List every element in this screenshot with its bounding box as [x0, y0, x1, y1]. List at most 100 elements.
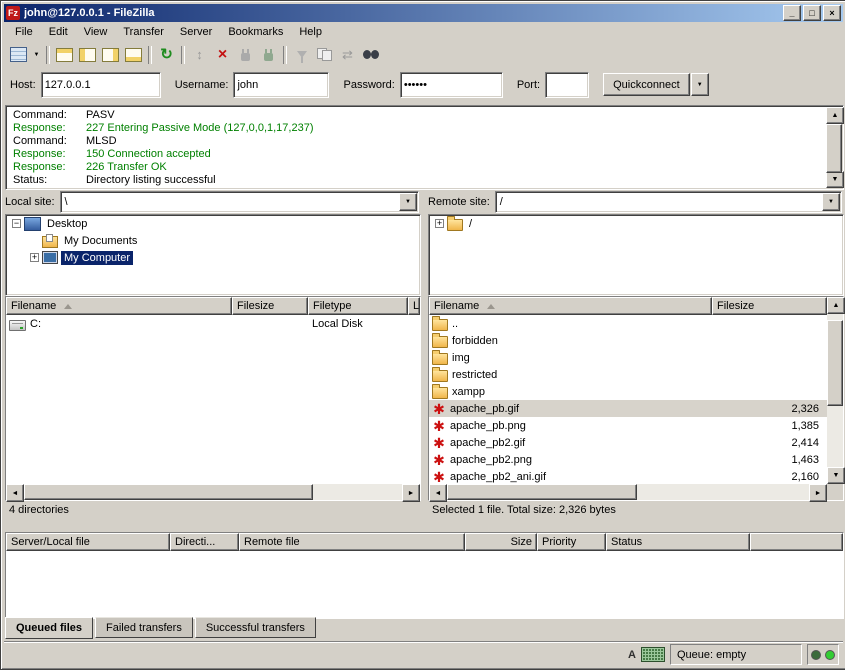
- process-queue-button[interactable]: ↕: [188, 44, 211, 66]
- menu-help[interactable]: Help: [291, 24, 330, 40]
- column-header-size[interactable]: Size: [465, 533, 537, 551]
- password-input[interactable]: [400, 72, 503, 98]
- host-input[interactable]: [41, 72, 161, 98]
- toggle-queue-button[interactable]: [122, 44, 145, 66]
- tree-item-my-documents[interactable]: My Documents: [6, 232, 420, 249]
- scroll-right-icon[interactable]: ►: [402, 484, 420, 502]
- toolbar-separator: [283, 46, 287, 64]
- scroll-left-icon[interactable]: ◄: [429, 484, 447, 502]
- quickconnect-dropdown-button[interactable]: ▼: [691, 73, 709, 96]
- column-header-server-local-file[interactable]: Server/Local file: [6, 533, 170, 551]
- cancel-button[interactable]: ×: [211, 44, 234, 66]
- toggle-message-log-button[interactable]: [53, 44, 76, 66]
- port-input[interactable]: [545, 72, 589, 98]
- collapse-icon[interactable]: −: [12, 219, 21, 228]
- toolbar-separator: [46, 46, 50, 64]
- column-header-filename[interactable]: Filename: [429, 297, 712, 315]
- toggle-remote-tree-button[interactable]: [99, 44, 122, 66]
- column-header-filesize[interactable]: Filesize: [712, 297, 827, 315]
- file-row[interactable]: ✱apache_pb2_ani.gif 2,160: [429, 468, 827, 484]
- computer-icon: [42, 251, 58, 264]
- scrollbar-thumb[interactable]: [24, 484, 313, 500]
- file-row[interactable]: ✱apache_pb2.png 1,463: [429, 451, 827, 468]
- column-header-filesize[interactable]: Filesize: [232, 297, 308, 315]
- chevron-down-icon: ▼: [697, 82, 703, 88]
- scroll-down-icon[interactable]: ▼: [826, 171, 844, 188]
- column-header-status[interactable]: Status: [606, 533, 750, 551]
- queue-status-text: Queue: empty: [677, 649, 746, 661]
- menu-view[interactable]: View: [76, 24, 116, 40]
- reconnect-button[interactable]: [257, 44, 280, 66]
- column-header-filetype[interactable]: Filetype: [308, 297, 408, 315]
- expand-icon[interactable]: +: [30, 253, 39, 262]
- remote-tree-pane: + /: [428, 214, 844, 296]
- scroll-up-icon[interactable]: ▲: [827, 297, 845, 314]
- file-row[interactable]: ✱apache_pb.png 1,385: [429, 417, 827, 434]
- message-log-pane[interactable]: Command: PASV Response: 227 Entering Pas…: [5, 105, 844, 190]
- scrollbar-thumb[interactable]: [447, 484, 637, 500]
- scroll-up-icon[interactable]: ▲: [826, 107, 844, 124]
- remote-site-label: Remote site:: [428, 196, 490, 208]
- find-button[interactable]: [359, 44, 382, 66]
- scrollbar-thumb[interactable]: [826, 124, 842, 173]
- scroll-right-icon[interactable]: ►: [809, 484, 827, 502]
- quickconnect-button[interactable]: Quickconnect: [603, 73, 690, 96]
- expand-icon[interactable]: +: [435, 219, 444, 228]
- refresh-button[interactable]: ↻: [155, 44, 178, 66]
- site-manager-icon: [10, 47, 27, 62]
- local-tree-pane: − Desktop My Documents + My Computer: [5, 214, 421, 296]
- local-horizontal-scrollbar[interactable]: ◄ ►: [6, 484, 420, 500]
- site-manager-button[interactable]: [7, 44, 30, 66]
- file-row[interactable]: img: [429, 349, 827, 366]
- scrollbar-thumb[interactable]: [827, 320, 843, 406]
- site-manager-dropdown-button[interactable]: ▼: [30, 44, 43, 66]
- chevron-down-icon[interactable]: ▼: [399, 193, 417, 211]
- tab-failed-transfers[interactable]: Failed transfers: [95, 617, 193, 638]
- sync-browsing-button[interactable]: ⇄: [336, 44, 359, 66]
- tab-queued-files[interactable]: Queued files: [5, 617, 93, 639]
- tree-item-root[interactable]: + /: [429, 215, 843, 232]
- compare-button[interactable]: [313, 44, 336, 66]
- log-scrollbar[interactable]: ▲ ▼: [826, 107, 842, 188]
- column-header-last-modified[interactable]: L: [408, 297, 420, 315]
- column-header-direction[interactable]: Directi...: [170, 533, 239, 551]
- menu-bookmarks[interactable]: Bookmarks: [220, 24, 291, 40]
- menu-transfer[interactable]: Transfer: [115, 24, 172, 40]
- remote-list-body: .. forbidden img restricted xampp: [429, 315, 827, 484]
- menu-file[interactable]: File: [7, 24, 41, 40]
- close-button[interactable]: ×: [823, 5, 841, 21]
- port-label: Port:: [517, 79, 540, 91]
- disconnect-button[interactable]: [234, 44, 257, 66]
- file-row[interactable]: ..: [429, 315, 827, 332]
- tab-successful-transfers[interactable]: Successful transfers: [195, 617, 316, 638]
- column-header-filename[interactable]: Filename: [6, 297, 232, 315]
- username-input[interactable]: [233, 72, 329, 98]
- queue-body[interactable]: [6, 551, 843, 618]
- file-row[interactable]: C: Local Disk: [6, 315, 420, 332]
- scroll-down-icon[interactable]: ▼: [827, 467, 845, 484]
- filter-button[interactable]: [290, 44, 313, 66]
- file-row[interactable]: ✱apache_pb2.gif 2,414: [429, 434, 827, 451]
- remote-horizontal-scrollbar[interactable]: ◄ ►: [429, 484, 827, 500]
- maximize-button[interactable]: □: [803, 5, 821, 21]
- titlebar[interactable]: Fz john@127.0.0.1 - FileZilla _ □ ×: [4, 4, 843, 22]
- file-row[interactable]: forbidden: [429, 332, 827, 349]
- menu-edit[interactable]: Edit: [41, 24, 76, 40]
- file-row-selected[interactable]: ✱apache_pb.gif 2,326: [429, 400, 827, 417]
- activity-indicator: [807, 644, 839, 665]
- scroll-left-icon[interactable]: ◄: [6, 484, 24, 502]
- log-line: Response: 227 Entering Passive Mode (127…: [13, 122, 843, 135]
- file-row[interactable]: xampp: [429, 383, 827, 400]
- menu-server[interactable]: Server: [172, 24, 220, 40]
- toggle-local-tree-button[interactable]: [76, 44, 99, 66]
- minimize-button[interactable]: _: [783, 5, 801, 21]
- tree-item-my-computer[interactable]: + My Computer: [6, 249, 420, 266]
- chevron-down-icon[interactable]: ▼: [822, 193, 840, 211]
- remote-site-combo[interactable]: / ▼: [495, 191, 842, 213]
- column-header-priority[interactable]: Priority: [537, 533, 606, 551]
- local-site-combo[interactable]: \ ▼: [60, 191, 419, 213]
- tree-item-desktop[interactable]: − Desktop: [6, 215, 420, 232]
- column-header-remote-file[interactable]: Remote file: [239, 533, 465, 551]
- remote-vertical-scrollbar[interactable]: ▲ ▼: [827, 297, 843, 500]
- file-row[interactable]: restricted: [429, 366, 827, 383]
